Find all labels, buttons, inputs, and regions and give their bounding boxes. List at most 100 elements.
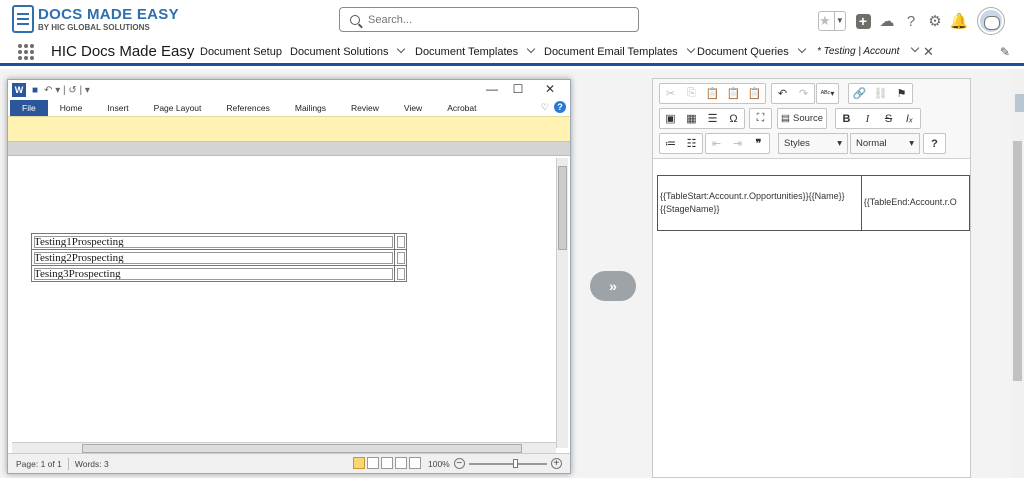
paste-word-icon[interactable]: 📋 (744, 84, 765, 103)
image-icon[interactable]: ▣ (660, 109, 681, 128)
styles-dropdown[interactable]: Styles ▾ (778, 133, 848, 154)
maximize-icon[interactable]: ⛶ (750, 109, 771, 128)
word-document-page[interactable]: Testing1Prospecting Testing2Prospecting … (12, 158, 555, 443)
nav-item-document-email-templates[interactable]: Document Email Templates (544, 44, 695, 58)
nav-item-document-setup[interactable]: Document Setup (200, 46, 282, 58)
table-icon[interactable]: ▦ (681, 109, 702, 128)
paste-text-icon[interactable]: 📋 (723, 84, 744, 103)
zoom-out-icon[interactable]: − (453, 458, 465, 469)
scroll-thumb[interactable] (558, 166, 567, 250)
edit-nav-pencil-icon[interactable]: ✎ (1000, 45, 1010, 59)
bulleted-list-icon[interactable]: ☷ (681, 134, 702, 153)
close-icon[interactable]: ✕ (540, 82, 560, 96)
spellcheck-icon[interactable]: ᴬᴮᶜ▾ (817, 84, 838, 103)
scroll-thumb[interactable] (82, 444, 522, 453)
source-button[interactable]: ▤ Source (778, 109, 826, 128)
global-actions-button[interactable]: + (852, 10, 874, 32)
table-cell[interactable]: Testing1Prospecting (31, 233, 395, 250)
help-icon[interactable]: ? (554, 101, 566, 113)
editor-content[interactable]: {{TableStart:Account.r.Opportunities}}{{… (653, 175, 970, 477)
table-cell[interactable]: {{TableStart:Account.r.Opportunities}}{{… (657, 175, 862, 231)
web-layout-icon[interactable] (381, 457, 393, 469)
chevron-down-icon[interactable] (526, 44, 536, 54)
italic-icon[interactable]: I (857, 109, 878, 128)
unlink-icon[interactable]: ⛓ (870, 84, 891, 103)
table-cell[interactable]: Testing2Prospecting (31, 249, 395, 266)
ribbon-collapse-icon[interactable]: ♡ (541, 102, 549, 113)
horizontal-rule-icon[interactable]: ☰ (702, 109, 723, 128)
help-button[interactable]: ? (900, 10, 922, 32)
table-cell[interactable] (394, 233, 407, 250)
copy-icon[interactable]: ⎘ (681, 84, 702, 103)
page-count[interactable]: Page: 1 of 1 (16, 459, 62, 469)
nav-item-document-solutions[interactable]: Document Solutions (290, 44, 406, 58)
chevron-down-icon[interactable]: ▼ (833, 12, 845, 30)
anchor-flag-icon[interactable]: ⚑ (891, 84, 912, 103)
avatar[interactable] (978, 8, 1004, 34)
help-icon[interactable]: ? (924, 134, 945, 153)
chevron-down-icon[interactable] (686, 44, 695, 54)
quick-access-toolbar[interactable]: ↶ ▾ | ↺ | ▾ (44, 85, 90, 96)
tab-page-layout[interactable]: Page Layout (154, 103, 202, 113)
app-launcher-icon[interactable] (18, 44, 34, 60)
editor-toolbar: ✂ ⎘ 📋 📋 📋 ↶ ↷ ᴬᴮᶜ▾ 🔗 ⛓ ⚑ ▣ ▦ ☰ Ω ⛶ ▤ Sou… (653, 79, 970, 159)
tab-home[interactable]: Home (60, 103, 83, 113)
chevron-down-icon[interactable] (797, 44, 806, 54)
print-layout-icon[interactable] (353, 457, 365, 469)
format-dropdown[interactable]: Normal ▾ (850, 133, 920, 154)
tab-review[interactable]: Review (351, 103, 379, 113)
undo-icon[interactable]: ↶ (772, 84, 793, 103)
tab-references[interactable]: References (226, 103, 269, 113)
blockquote-icon[interactable]: ❞ (748, 134, 769, 153)
tab-acrobat[interactable]: Acrobat (447, 103, 476, 113)
cut-icon[interactable]: ✂ (660, 84, 681, 103)
word-count[interactable]: Words: 3 (75, 459, 109, 469)
chevron-down-icon[interactable] (911, 43, 920, 53)
remove-format-icon[interactable]: Iₓ (899, 109, 920, 128)
trailhead-button[interactable]: ☁ (876, 10, 898, 32)
tab-file[interactable]: File (10, 100, 48, 116)
outdent-icon[interactable]: ⇤ (706, 134, 727, 153)
table-cell[interactable]: Tesing3Prospecting (31, 265, 395, 282)
favorites-button[interactable]: ★ ▼ (818, 11, 846, 31)
full-screen-icon[interactable] (367, 457, 379, 469)
close-tab-icon[interactable]: ✕ (923, 44, 934, 60)
draft-icon[interactable] (409, 457, 421, 469)
bell-icon: 🔔 (949, 13, 969, 30)
zoom-slider[interactable] (468, 458, 547, 468)
tab-insert[interactable]: Insert (107, 103, 128, 113)
minimize-icon[interactable]: — (482, 82, 502, 96)
nav-item-document-queries[interactable]: Document Queries (697, 44, 806, 58)
notifications-button[interactable]: 🔔 (948, 10, 970, 32)
save-icon[interactable]: ■ (32, 85, 38, 96)
tab-testing-account[interactable]: * Testing | Account ✕ (808, 40, 943, 66)
numbered-list-icon[interactable]: ≔ (660, 134, 681, 153)
search-input[interactable] (368, 13, 608, 26)
scroll-thumb[interactable] (1013, 141, 1022, 381)
side-panel-toggle[interactable] (1015, 94, 1024, 112)
zoom-level[interactable]: 100% (428, 459, 450, 469)
table-cell[interactable] (394, 265, 407, 282)
nav-item-document-templates[interactable]: Document Templates (415, 44, 536, 58)
global-search[interactable] (339, 7, 639, 32)
vertical-scrollbar[interactable] (556, 158, 568, 448)
chevron-down-icon[interactable] (397, 44, 406, 54)
maximize-icon[interactable]: ☐ (508, 82, 528, 96)
setup-button[interactable]: ⚙ (924, 10, 946, 32)
tab-mailings[interactable]: Mailings (295, 103, 326, 113)
table-cell[interactable] (394, 249, 407, 266)
page-scrollbar[interactable] (1011, 69, 1024, 478)
outline-icon[interactable] (395, 457, 407, 469)
zoom-in-icon[interactable]: + (550, 458, 562, 469)
strike-icon[interactable]: S (878, 109, 899, 128)
bold-icon[interactable]: B (836, 109, 857, 128)
paste-icon[interactable]: 📋 (702, 84, 723, 103)
tab-view[interactable]: View (404, 103, 422, 113)
transfer-arrow-button[interactable]: » (590, 271, 636, 301)
table-cell[interactable]: {{TableEnd:Account.r.O (860, 175, 970, 231)
link-icon[interactable]: 🔗 (849, 84, 870, 103)
indent-icon[interactable]: ⇥ (727, 134, 748, 153)
redo-icon[interactable]: ↷ (793, 84, 814, 103)
special-char-icon[interactable]: Ω (723, 109, 744, 128)
app-logo[interactable]: DOCS MADE EASY BY HIC GLOBAL SOLUTIONS (12, 5, 179, 33)
